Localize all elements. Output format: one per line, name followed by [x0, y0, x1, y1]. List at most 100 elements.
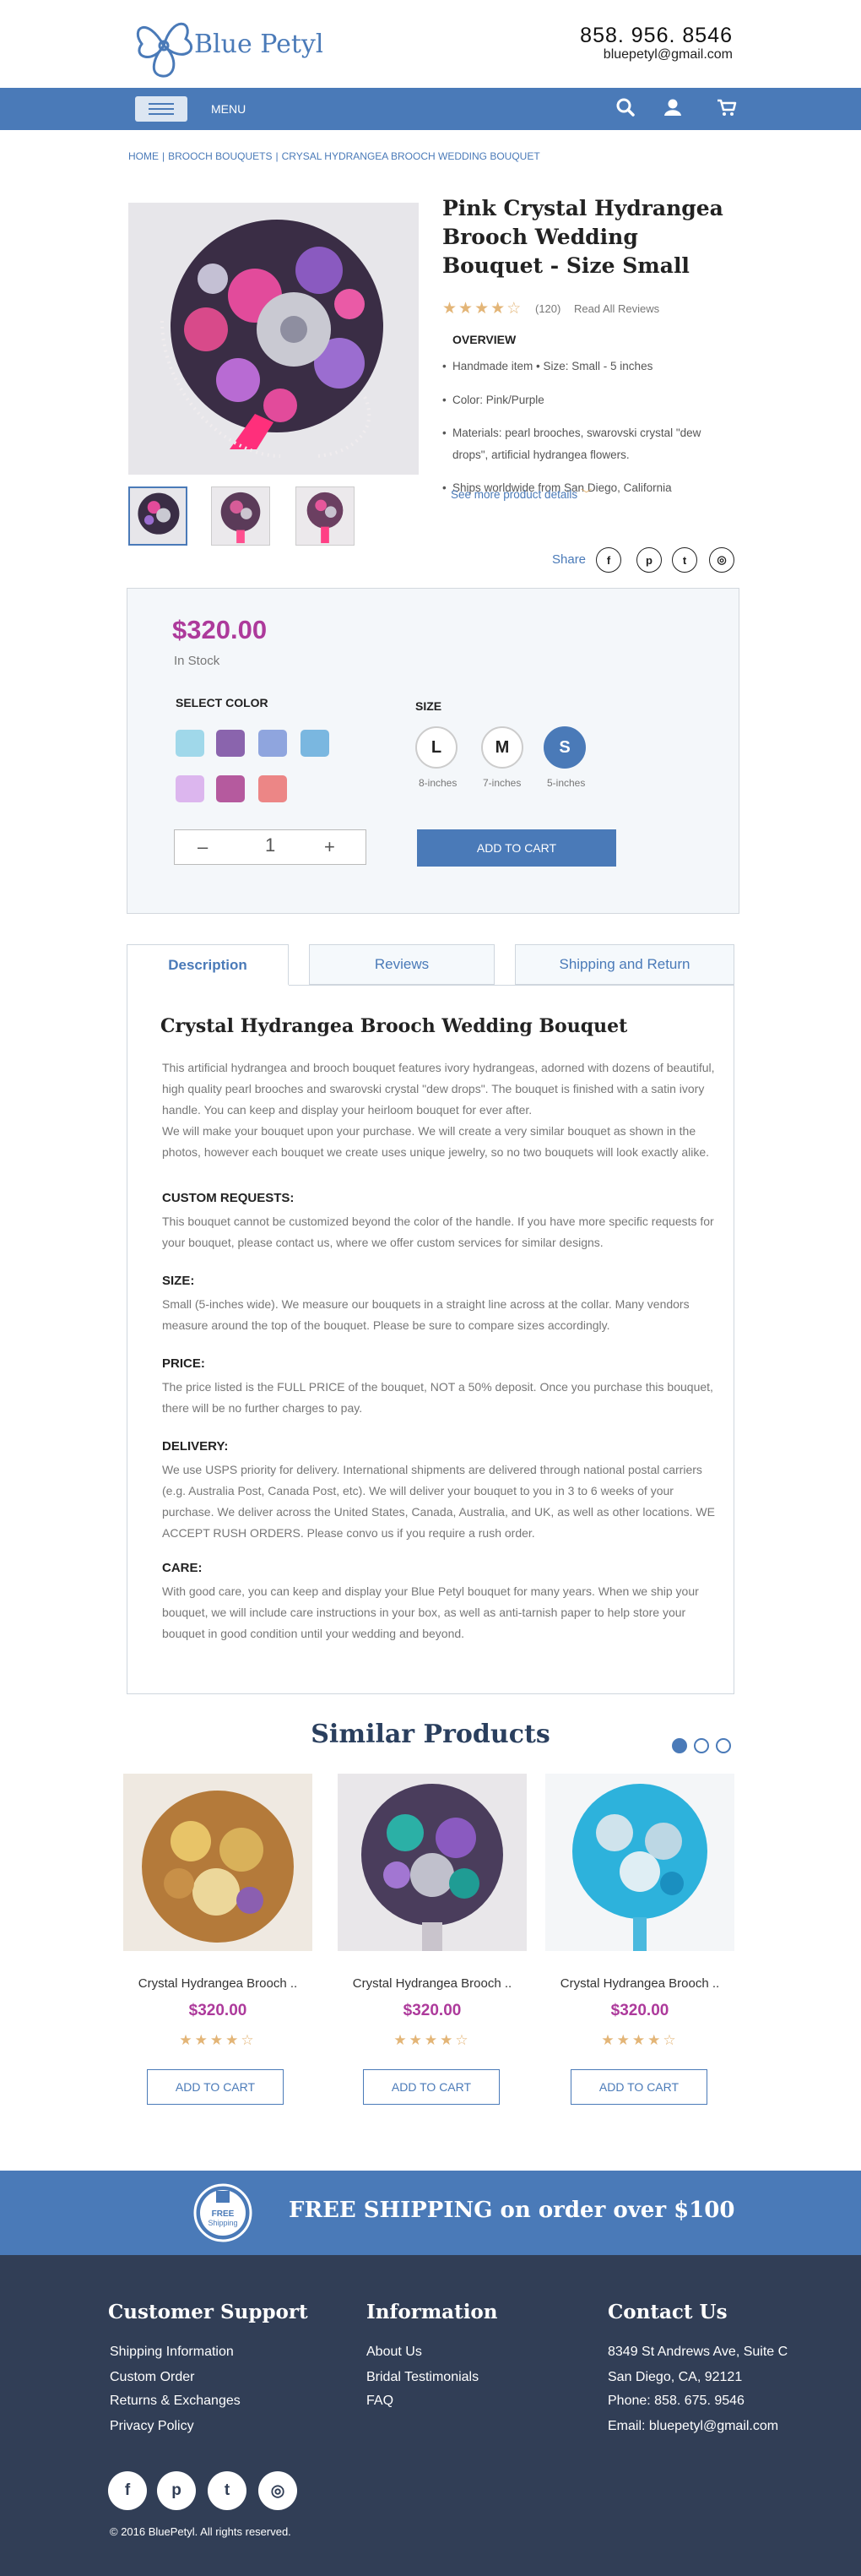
quantity-increase-button[interactable]: + — [324, 836, 335, 858]
twitter-icon[interactable]: t — [208, 2471, 246, 2510]
carousel-dot[interactable] — [716, 1738, 731, 1753]
product-main-image[interactable] — [128, 203, 419, 475]
tab-reviews[interactable]: Reviews — [309, 944, 495, 985]
breadcrumb-current[interactable]: CRYSAL HYDRANGEA BROOCH WEDDING BOUQUET — [282, 150, 540, 162]
star-empty-icon: ☆ — [663, 2032, 679, 2048]
star-icon: ★ — [225, 2032, 241, 2048]
size-label: SIZE — [415, 699, 442, 713]
color-swatch[interactable] — [301, 730, 329, 757]
read-all-reviews-link[interactable]: Read All Reviews — [574, 302, 659, 315]
size-heading: SIZE: — [162, 1274, 195, 1288]
size-option-l[interactable]: L — [415, 726, 458, 769]
size-option-m[interactable]: M — [481, 726, 523, 769]
footer-link-privacy-policy[interactable]: Privacy Policy — [110, 2419, 194, 2434]
product-thumbnail[interactable] — [211, 486, 270, 546]
footer-link-shipping-information[interactable]: Shipping Information — [110, 2345, 234, 2360]
star-empty-icon: ☆ — [506, 300, 523, 318]
similar-add-to-cart-button[interactable]: ADD TO CART — [147, 2069, 284, 2105]
footer-contact-title: Contact Us — [608, 2301, 728, 2323]
star-icon: ★ — [393, 2032, 409, 2048]
description-title: Crystal Hydrangea Brooch Wedding Bouquet — [160, 1015, 628, 1037]
footer-link-faq[interactable]: FAQ — [366, 2394, 393, 2409]
facebook-icon[interactable]: f — [108, 2471, 147, 2510]
footer-link-about-us[interactable]: About Us — [366, 2345, 422, 2360]
quantity-value[interactable]: 1 — [265, 834, 275, 856]
review-count: (120) — [535, 302, 561, 315]
footer-link-bridal-testimonials[interactable]: Bridal Testimonials — [366, 2370, 479, 2385]
similar-product-name[interactable]: Crystal Hydrangea Brooch .. — [338, 1976, 527, 1991]
overview-item: Materials: pearl brooches, swarovski cry… — [442, 422, 733, 466]
description-intro: This artificial hydrangea and brooch bou… — [162, 1061, 715, 1159]
free-shipping-badge-icon: FREE Shipping — [193, 2183, 252, 2242]
carousel-dot[interactable] — [694, 1738, 709, 1753]
product-thumbnail[interactable] — [128, 486, 187, 546]
overview-title: OVERVIEW — [452, 333, 517, 346]
instagram-icon[interactable]: ◎ — [258, 2471, 297, 2510]
stock-status: In Stock — [174, 654, 220, 668]
header-email[interactable]: bluepetyl@gmail.com — [604, 47, 733, 62]
similar-product-image[interactable] — [123, 1774, 312, 1951]
size-option-s[interactable]: S — [544, 726, 586, 769]
similar-add-to-cart-button[interactable]: ADD TO CART — [571, 2069, 707, 2105]
star-icon: ★ — [209, 2032, 226, 2048]
tab-shipping-and-return[interactable]: Shipping and Return — [515, 944, 734, 985]
color-swatch[interactable] — [258, 730, 287, 757]
similar-product-image[interactable] — [338, 1774, 527, 1951]
star-icon: ★ — [601, 2032, 617, 2048]
delivery-text: We use USPS priority for delivery. Inter… — [162, 1463, 715, 1540]
quantity-decrease-button[interactable]: – — [198, 836, 208, 858]
add-to-cart-button[interactable]: ADD TO CART — [417, 829, 616, 867]
product-thumbnail[interactable] — [295, 486, 355, 546]
footer-link-custom-order[interactable]: Custom Order — [110, 2370, 194, 2385]
star-icon: ★ — [442, 300, 459, 318]
similar-product-rating: ★★★★☆ — [545, 2032, 734, 2049]
search-icon[interactable] — [615, 96, 636, 118]
similar-product-image[interactable] — [545, 1774, 734, 1951]
star-icon: ★ — [424, 2032, 441, 2048]
similar-product-rating: ★★★★☆ — [338, 2032, 527, 2049]
hamburger-line — [149, 108, 174, 110]
hamburger-line — [149, 113, 174, 115]
custom-requests-text: This bouquet cannot be customized beyond… — [162, 1215, 714, 1249]
menu-label[interactable]: MENU — [211, 102, 246, 116]
breadcrumb-brooch-bouquets[interactable]: BROOCH BOUQUETS — [168, 150, 272, 162]
pinterest-icon[interactable]: p — [636, 547, 662, 573]
overview-item: Color: Pink/Purple — [442, 389, 733, 412]
similar-add-to-cart-button[interactable]: ADD TO CART — [363, 2069, 500, 2105]
size-caption: 7-inches — [483, 777, 522, 789]
carousel-dot[interactable] — [672, 1738, 687, 1753]
product-rating[interactable]: ★★★★☆ — [442, 299, 523, 318]
similar-product-name[interactable]: Crystal Hydrangea Brooch .. — [123, 1976, 312, 1991]
blue-petyl-logo[interactable]: Blue Petyl — [128, 10, 322, 83]
star-icon: ★ — [179, 2032, 195, 2048]
custom-requests-heading: CUSTOM REQUESTS: — [162, 1191, 295, 1205]
size-caption: 8-inches — [419, 777, 458, 789]
tab-description[interactable]: Description — [127, 944, 289, 985]
similar-product-name[interactable]: Crystal Hydrangea Brooch .. — [545, 1976, 734, 1991]
similar-product-price: $320.00 — [403, 2002, 462, 2019]
footer-contact-phone[interactable]: Phone: 858. 675. 9546 — [608, 2394, 745, 2409]
instagram-icon[interactable]: ◎ — [709, 547, 734, 573]
color-swatch[interactable] — [176, 730, 204, 757]
see-more-details-link[interactable]: See more product details ﹀ — [451, 485, 592, 502]
footer-contact-email[interactable]: Email: bluepetyl@gmail.com — [608, 2419, 778, 2434]
twitter-icon[interactable]: t — [672, 547, 697, 573]
price-text: The price listed is the FULL PRICE of th… — [162, 1380, 713, 1415]
price-heading: PRICE: — [162, 1356, 205, 1371]
color-swatch[interactable] — [216, 730, 245, 757]
header-phone[interactable]: 858. 956. 8546 — [580, 24, 733, 48]
similar-product-price: $320.00 — [610, 2002, 669, 2019]
footer-link-returns[interactable]: Returns & Exchanges — [110, 2394, 241, 2409]
cart-icon[interactable] — [716, 96, 738, 118]
color-swatch[interactable] — [258, 775, 287, 802]
facebook-icon[interactable]: f — [596, 547, 621, 573]
footer-information-title: Information — [366, 2301, 498, 2323]
color-swatch[interactable] — [216, 775, 245, 802]
similar-product-rating: ★★★★☆ — [123, 2032, 312, 2049]
breadcrumb-home[interactable]: HOME — [128, 150, 159, 162]
menu-button[interactable] — [135, 96, 187, 122]
share-label: Share — [552, 552, 587, 567]
pinterest-icon[interactable]: p — [157, 2471, 196, 2510]
user-icon[interactable] — [662, 96, 684, 118]
color-swatch[interactable] — [176, 775, 204, 802]
